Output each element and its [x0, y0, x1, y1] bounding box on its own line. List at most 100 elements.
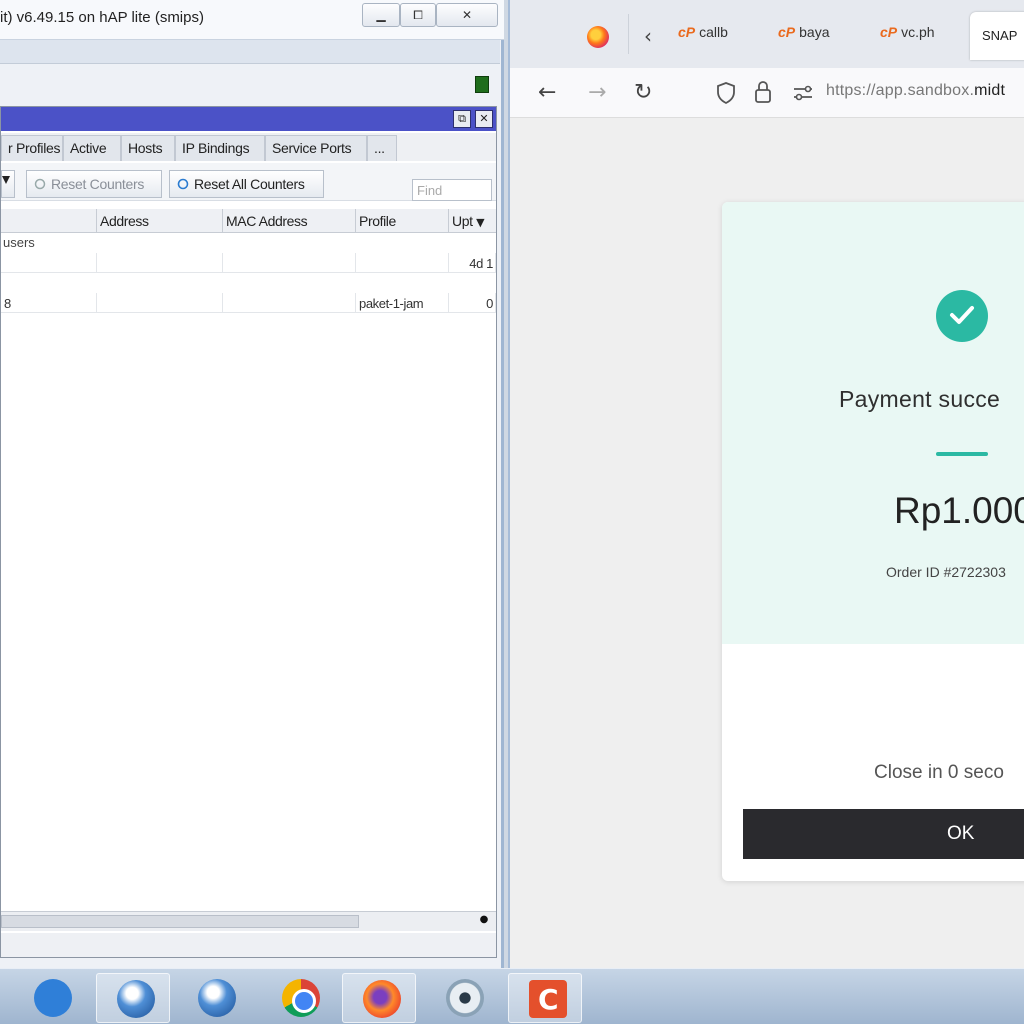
table-row[interactable]: 8 paket-1-jam 0 [1, 293, 496, 313]
permissions-icon[interactable] [792, 84, 814, 107]
browser-window: ‹ cP callb cP baya cP vc.ph SNAP ← → ↻ http… [508, 0, 1024, 968]
screen: it) v6.49.15 on hAP lite (smips) ▁ ⧠ ✕ ⧉… [0, 0, 1024, 1024]
firefox-view-icon[interactable] [587, 26, 609, 48]
cpanel-icon: cP [880, 24, 898, 40]
column-header-uptime[interactable]: Upt ▼ [449, 209, 496, 233]
back-icon[interactable]: ← [538, 80, 556, 105]
column-header-profile[interactable]: Profile [356, 209, 449, 233]
status-bar [1, 933, 496, 957]
maximize-button[interactable]: ⧠ [400, 3, 436, 27]
cell-address [97, 293, 223, 313]
browser-tab-strip: ‹ cP callb cP baya cP vc.ph SNAP [510, 0, 1024, 68]
reload-icon[interactable]: ↻ [634, 80, 652, 105]
ok-button[interactable]: OK [743, 809, 1024, 859]
menu-bar [0, 40, 500, 64]
uptime-header-label: Upt [452, 213, 473, 229]
scroll-right-icon[interactable]: ● [476, 914, 492, 930]
url-domain: midt [974, 82, 1006, 99]
cell-name [1, 253, 97, 273]
browser-tab-bayar[interactable]: cP baya [778, 24, 852, 48]
url-prefix: https://app.sandbox. [826, 82, 975, 99]
winbox-titlebar[interactable]: it) v6.49.15 on hAP lite (smips) ▁ ⧠ ✕ [0, 0, 504, 40]
tab-separator [628, 14, 629, 54]
table-header: Address MAC Address Profile Upt ▼ [1, 209, 496, 233]
hotspot-window: ⧉ ✕ r Profiles Active Hosts IP Bindings … [0, 106, 497, 958]
cpanel-icon: cP [678, 24, 696, 40]
reset-all-icon [176, 177, 190, 190]
window-title: it) v6.49.15 on hAP lite (smips) [0, 9, 204, 26]
group-label: users [3, 235, 35, 250]
sort-desc-icon: ▼ [476, 216, 485, 229]
tab-label: vc.ph [901, 24, 935, 40]
reset-counters-button[interactable]: Reset Counters [26, 170, 162, 198]
taskbar-winbox-1[interactable] [96, 973, 170, 1023]
browser-tab-vc[interactable]: cP vc.ph [880, 24, 956, 48]
hotspot-titlebar[interactable]: ⧉ ✕ [1, 107, 496, 131]
find-input[interactable]: Find [412, 179, 492, 201]
restore-icon[interactable]: ⧉ [453, 110, 471, 128]
horizontal-scrollbar[interactable]: ● [1, 911, 496, 931]
forward-icon[interactable]: → [588, 80, 606, 105]
column-header-address[interactable]: Address [97, 209, 223, 233]
chrome-icon [282, 979, 320, 1017]
reset-all-counters-button[interactable]: Reset All Counters [169, 170, 324, 198]
cell-address [97, 253, 223, 273]
tab-label: callb [699, 24, 728, 40]
cell-profile [356, 253, 449, 273]
main-toolbar [0, 64, 500, 104]
browser-tab-snap[interactable]: SNAP [970, 12, 1024, 60]
close-countdown: Close in 0 seco [874, 762, 1004, 783]
tab-active[interactable]: Active [63, 135, 121, 161]
minimize-button[interactable]: ▁ [362, 3, 400, 27]
cell-mac [223, 293, 356, 313]
camera-icon [446, 979, 484, 1017]
tab-label: baya [799, 24, 830, 40]
scrollbar-thumb[interactable] [1, 915, 359, 928]
order-id: Order ID #2722303 [886, 564, 1006, 580]
tab-user-profiles[interactable]: r Profiles [1, 135, 63, 161]
taskbar-camera[interactable] [426, 973, 500, 1023]
payment-card: Payment succe Rp1.000 Order ID #2722303 … [722, 202, 1024, 881]
status-led-icon [475, 76, 489, 93]
tab-scroll-left-icon[interactable]: ‹ [644, 24, 652, 48]
navigation-bar: ← → ↻ https://app.sandbox.midt [510, 68, 1024, 118]
taskbar-recorder[interactable] [508, 973, 582, 1023]
cell-mac [223, 253, 356, 273]
accent-divider [936, 452, 988, 456]
firefox-icon [363, 980, 401, 1018]
taskbar-firefox[interactable] [342, 973, 416, 1023]
tab-bar: r Profiles Active Hosts IP Bindings Serv… [1, 133, 496, 161]
column-header-name[interactable] [1, 209, 97, 233]
taskbar-show-desktop[interactable] [14, 973, 88, 1023]
browser-tab-callback[interactable]: cP callb [678, 24, 754, 48]
close-icon[interactable]: ✕ [475, 110, 493, 128]
check-circle-icon [936, 290, 988, 342]
cell-profile: paket-1-jam [356, 293, 449, 313]
tab-more[interactable]: ... [367, 135, 397, 161]
lock-icon[interactable] [754, 80, 772, 109]
cell-uptime: 0 [449, 293, 496, 313]
taskbar-winbox-2[interactable] [178, 973, 252, 1023]
taskbar-chrome[interactable] [262, 973, 336, 1023]
reset-icon [33, 177, 47, 190]
cell-uptime: 4d 1 [449, 253, 496, 273]
table-row[interactable]: 4d 1 [1, 253, 496, 273]
payment-amount: Rp1.000 [894, 490, 1024, 531]
shield-icon[interactable] [716, 82, 736, 109]
tab-ip-bindings[interactable]: IP Bindings [175, 135, 265, 161]
cell-name: 8 [1, 293, 97, 313]
taskbar [0, 968, 1024, 1024]
address-bar[interactable]: https://app.sandbox.midt [826, 82, 1005, 100]
cpanel-icon: cP [778, 24, 796, 40]
winbox-window: it) v6.49.15 on hAP lite (smips) ▁ ⧠ ✕ ⧉… [0, 0, 504, 968]
winbox-icon [117, 980, 155, 1018]
tab-hosts[interactable]: Hosts [121, 135, 175, 161]
winbox-icon [198, 979, 236, 1017]
close-button[interactable]: ✕ [436, 3, 498, 27]
column-header-mac[interactable]: MAC Address [223, 209, 356, 233]
filter-button[interactable] [1, 170, 15, 198]
reset-all-counters-label: Reset All Counters [194, 176, 305, 192]
filter-icon [2, 176, 10, 184]
desktop-icon [34, 979, 72, 1017]
tab-service-ports[interactable]: Service Ports [265, 135, 367, 161]
